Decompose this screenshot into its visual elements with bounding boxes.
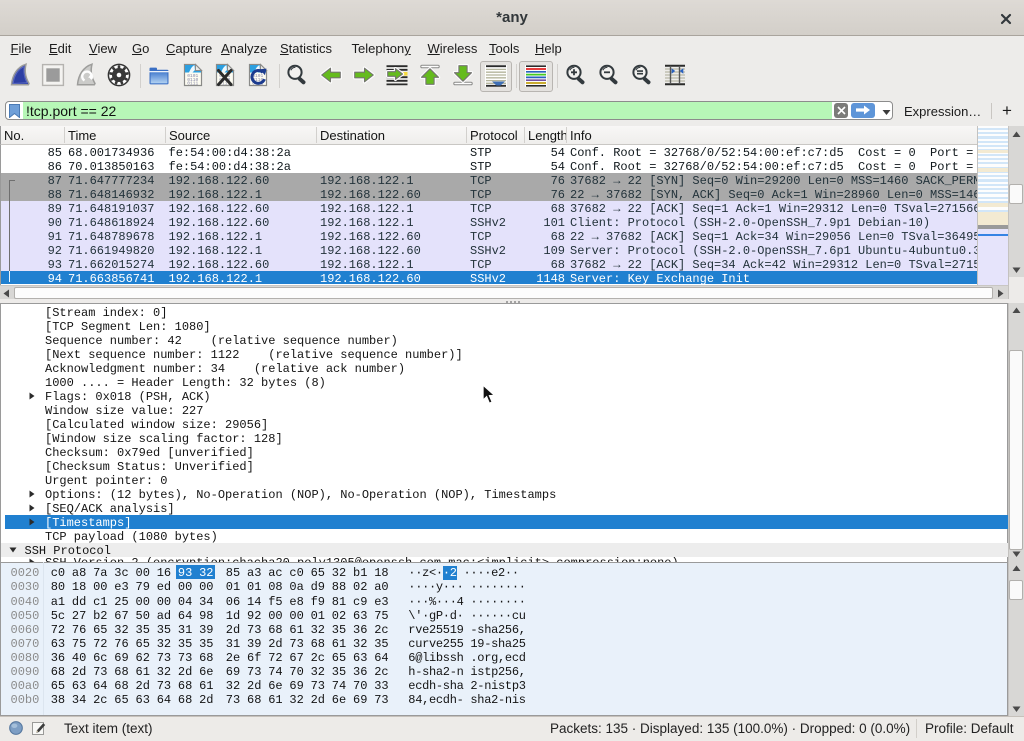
svg-text:0111: 0111 — [187, 81, 198, 87]
